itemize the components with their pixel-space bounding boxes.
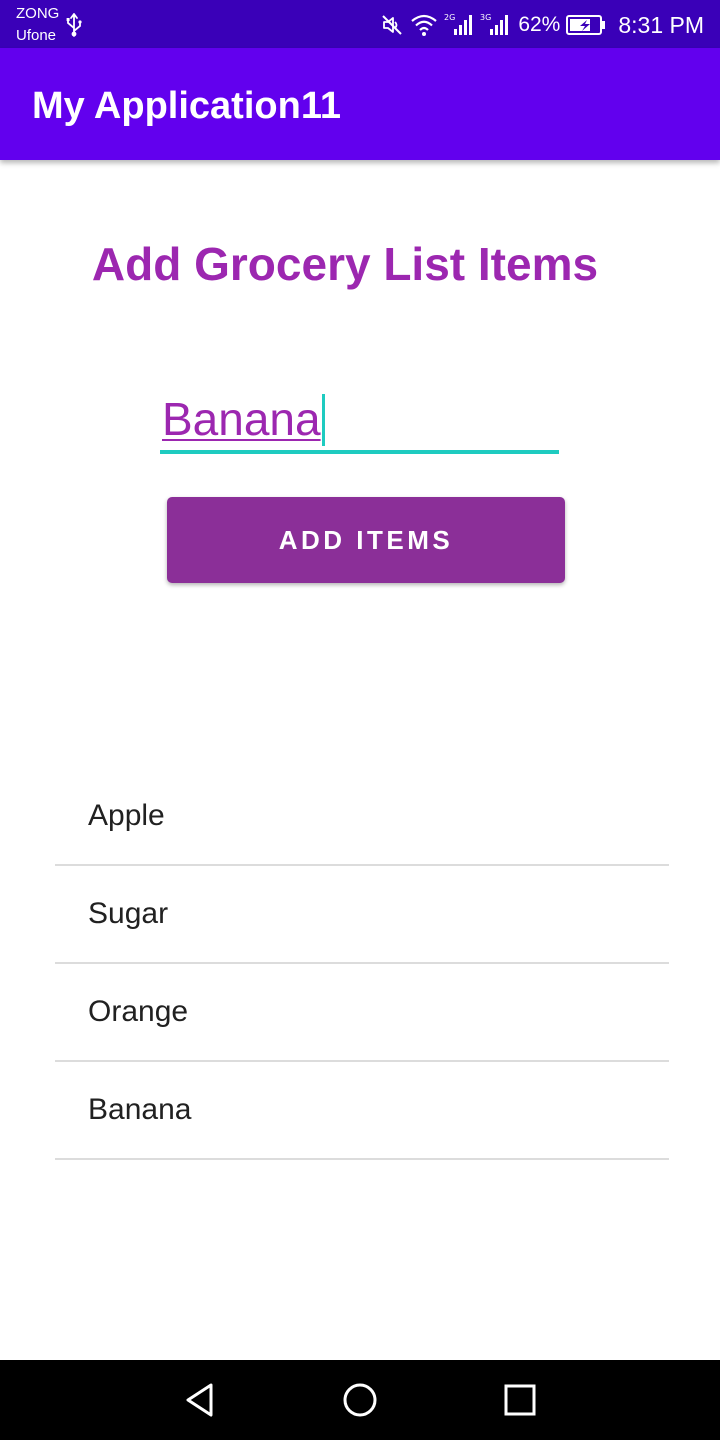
- text-cursor: [322, 394, 325, 446]
- home-icon[interactable]: [342, 1382, 378, 1418]
- list-item[interactable]: Sugar: [55, 866, 669, 964]
- status-bar: ZONG Ufone 2G 3G 62% 8:31 PM: [0, 0, 720, 48]
- battery-charging-icon: [566, 15, 606, 35]
- item-input-container: [160, 380, 560, 456]
- page-heading: Add Grocery List Items: [91, 238, 599, 290]
- list-item-label: Apple: [88, 799, 165, 832]
- add-items-button[interactable]: ADD ITEMS: [167, 497, 565, 583]
- carrier-name-2: Ufone: [16, 27, 57, 44]
- back-icon[interactable]: [183, 1382, 217, 1418]
- input-underline: [160, 450, 559, 454]
- status-icons: 2G 3G 62% 8:31 PM: [380, 10, 704, 40]
- battery-percentage: 62%: [518, 13, 561, 36]
- mute-icon: [382, 15, 403, 35]
- list-item[interactable]: Orange: [55, 964, 669, 1062]
- list-item-label: Orange: [88, 995, 189, 1028]
- navigation-bar: [0, 1360, 720, 1440]
- list-item[interactable]: Apple: [55, 768, 669, 866]
- app-bar: My Application11: [0, 48, 720, 160]
- list-item-label: Banana: [88, 1093, 192, 1126]
- app-title: My Application11: [32, 85, 341, 127]
- list-item-label: Sugar: [88, 897, 169, 930]
- signal-icon: 2G: [444, 13, 473, 35]
- network-type-1: 2G: [444, 13, 455, 22]
- carrier-name-1: ZONG: [16, 5, 60, 22]
- signal-icon: 3G: [480, 13, 509, 35]
- wifi-icon: [411, 14, 438, 36]
- usb-icon: [66, 13, 82, 37]
- clock: 8:31 PM: [618, 12, 704, 38]
- grocery-list: Apple Sugar Orange Banana: [55, 768, 669, 1160]
- item-input[interactable]: [160, 380, 558, 450]
- network-type-2: 3G: [480, 13, 491, 22]
- recents-icon[interactable]: [504, 1384, 536, 1416]
- list-item[interactable]: Banana: [55, 1062, 669, 1160]
